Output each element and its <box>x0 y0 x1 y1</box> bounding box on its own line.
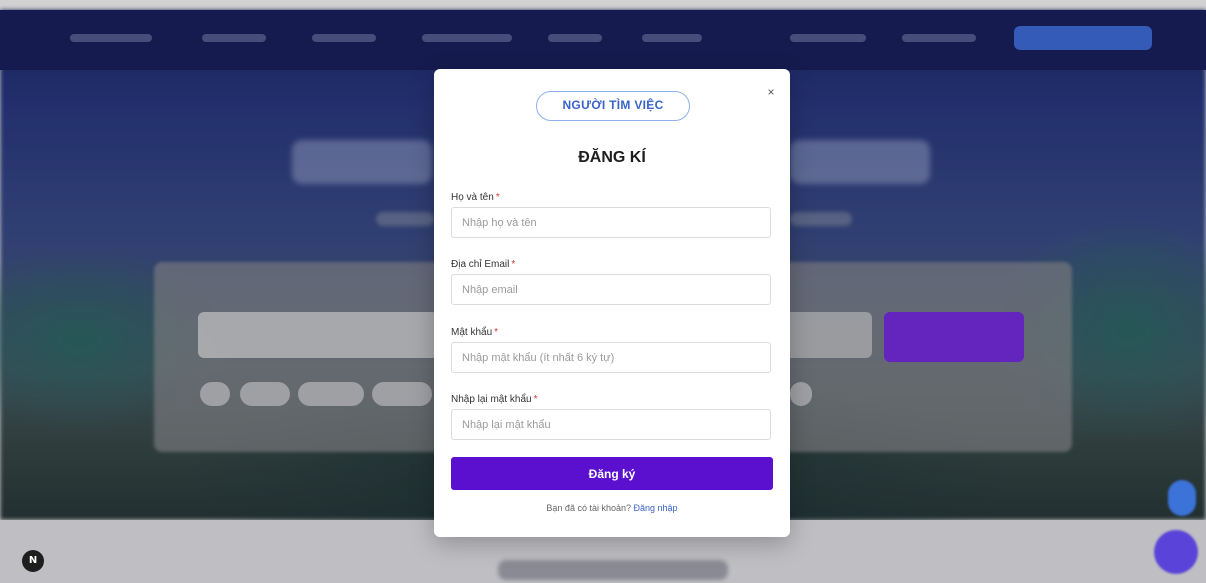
password-label-text: Mật khẩu <box>451 327 493 338</box>
required-mark: * <box>494 327 499 338</box>
tab-job-seeker[interactable]: NGƯỜI TÌM VIỆC <box>536 91 690 121</box>
login-prompt: Bạn đã có tài khoản? Đăng nhập <box>434 503 790 513</box>
form-title: ĐĂNG KÍ <box>578 149 646 166</box>
email-label: Địa chỉ Email * <box>451 259 515 270</box>
confirm-password-label: Nhập lại mật khẩu * <box>451 394 538 405</box>
fullname-label: Họ và tên * <box>451 192 500 203</box>
fullname-label-text: Họ và tên <box>451 192 494 203</box>
password-label: Mật khẩu * <box>451 327 498 338</box>
login-prompt-text: Bạn đã có tài khoản? <box>546 503 631 513</box>
password-input[interactable] <box>451 342 771 373</box>
chat-fab-icon[interactable] <box>1168 480 1196 516</box>
register-modal: × NGƯỜI TÌM VIỆC ĐĂNG KÍ Họ và tên* Địa … <box>434 69 790 537</box>
confirm-password-input[interactable] <box>451 409 771 440</box>
close-icon[interactable]: × <box>762 83 780 101</box>
confirm-password-label-text: Nhập lại mật khẩu <box>451 394 532 405</box>
register-button[interactable]: Đăng ký <box>451 457 773 490</box>
support-fab-icon[interactable] <box>1154 530 1198 574</box>
required-mark: * <box>511 259 516 270</box>
email-input[interactable] <box>451 274 771 305</box>
required-mark: * <box>495 192 500 203</box>
required-mark: * <box>533 394 538 405</box>
email-label-text: Địa chỉ Email <box>451 259 510 270</box>
login-link[interactable]: Đăng nhập <box>634 503 678 513</box>
fullname-input[interactable] <box>451 207 771 238</box>
notion-badge-icon[interactable]: N <box>22 550 44 572</box>
